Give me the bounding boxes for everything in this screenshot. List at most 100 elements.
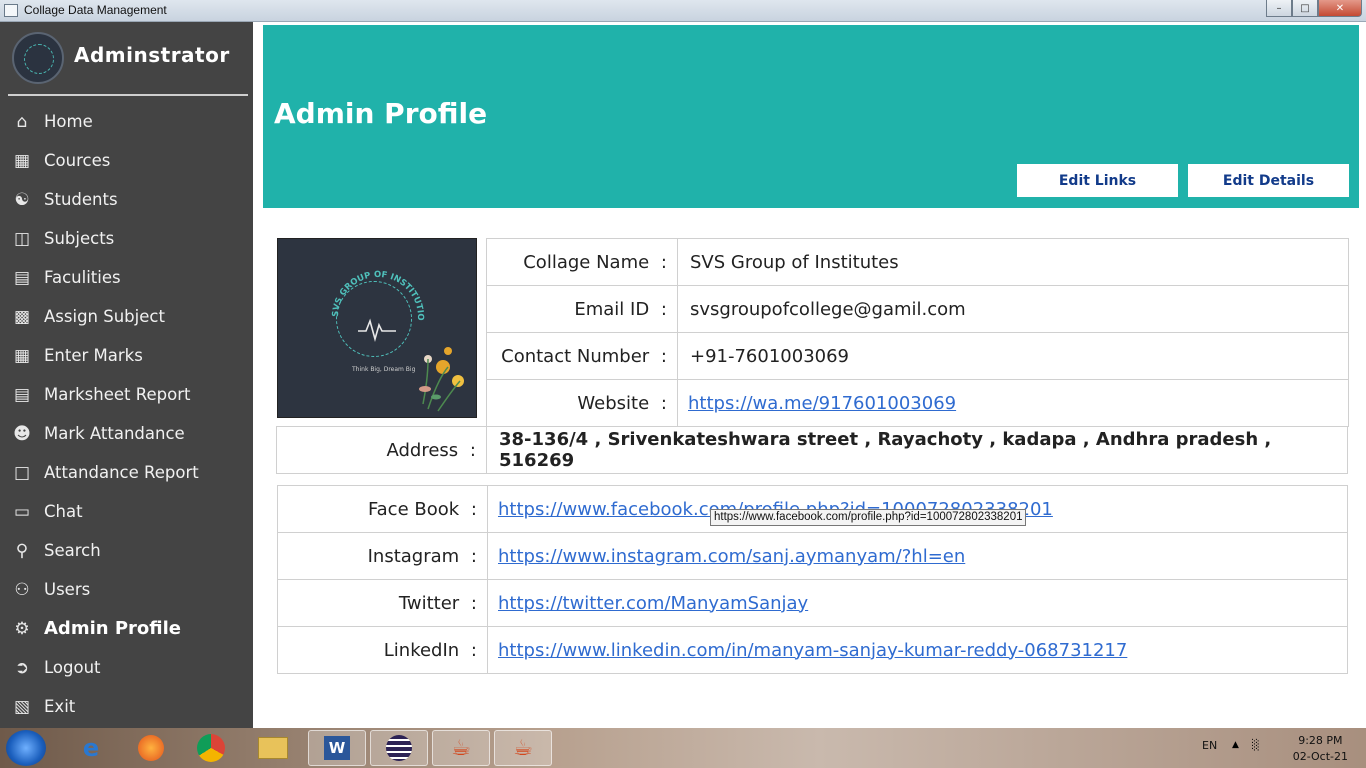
college-name-label: Collage Name :	[486, 238, 678, 286]
user-gear-icon: ⚙	[14, 618, 30, 639]
college-name-value: SVS Group of Institutes	[677, 238, 1349, 286]
folder-icon[interactable]	[244, 730, 302, 766]
table-row: LinkedIn : https://www.linkedin.com/in/m…	[277, 626, 1348, 674]
sidebar-item-assign-subject[interactable]: ▩ Assign Subject	[0, 297, 253, 336]
java-icon[interactable]: ☕	[432, 730, 490, 766]
clock-time: 9:28 PM	[1298, 734, 1343, 747]
users-icon: ⚇	[14, 579, 30, 600]
java-icon[interactable]: ☕	[494, 730, 552, 766]
sidebar-item-label: Logout	[44, 658, 101, 677]
contact-value: +91-7601003069	[677, 332, 1349, 380]
window-titlebar: Collage Data Management – □ ✕	[0, 0, 1366, 22]
sidebar-nav: ⌂ Home ▦ Cources ☯ Students ◫ Subjects ▤…	[0, 102, 253, 726]
sidebar-item-logout[interactable]: ➲ Logout	[0, 648, 253, 687]
app-icon	[4, 4, 18, 17]
exit-icon: ▧	[13, 696, 31, 717]
facebook-label: Face Book :	[277, 485, 488, 533]
twitter-link[interactable]: https://twitter.com/ManyamSanjay	[498, 593, 808, 614]
sidebar-item-enter-marks[interactable]: ▦ Enter Marks	[0, 336, 253, 375]
books-icon: ▦	[13, 150, 31, 171]
table-row: Website : https://wa.me/917601003069	[486, 379, 1349, 427]
table-row: Instagram : https://www.instagram.com/sa…	[277, 532, 1348, 580]
sidebar-item-label: Mark Attandance	[44, 424, 185, 443]
instagram-cell: https://www.instagram.com/sanj.aymanyam/…	[487, 532, 1348, 580]
document-icon: □	[13, 462, 31, 483]
attendance-icon: ☻	[13, 423, 31, 444]
window-title: Collage Data Management	[24, 3, 167, 17]
sidebar-item-label: Enter Marks	[44, 346, 143, 365]
ie-icon[interactable]: e	[62, 730, 120, 766]
sidebar-item-cources[interactable]: ▦ Cources	[0, 141, 253, 180]
email-label: Email ID :	[486, 285, 678, 333]
sidebar-item-label: Subjects	[44, 229, 115, 248]
window-controls: – □ ✕	[1266, 0, 1362, 17]
sidebar-item-label: Cources	[44, 151, 111, 170]
sidebar-item-students[interactable]: ☯ Students	[0, 180, 253, 219]
table-row: Address : 38-136/4 , Srivenkateshwara st…	[276, 426, 1348, 474]
word-icon[interactable]: W	[308, 730, 366, 766]
sidebar-item-label: Faculities	[44, 268, 121, 287]
page-title: Admin Profile	[274, 97, 488, 130]
clock-date: 02-Oct-21	[1292, 750, 1348, 763]
sidebar-item-attandance-report[interactable]: □ Attandance Report	[0, 453, 253, 492]
sidebar-item-faculities[interactable]: ▤ Faculities	[0, 258, 253, 297]
website-link[interactable]: https://wa.me/917601003069	[688, 393, 956, 414]
sidebar-item-chat[interactable]: ▭ Chat	[0, 492, 253, 531]
instagram-link[interactable]: https://www.instagram.com/sanj.aymanyam/…	[498, 546, 965, 567]
assign-icon: ▩	[13, 306, 31, 327]
twitter-cell: https://twitter.com/ManyamSanjay	[487, 579, 1348, 627]
sidebar-item-home[interactable]: ⌂ Home	[0, 102, 253, 141]
edit-details-button[interactable]: Edit Details	[1188, 164, 1349, 197]
sidebar-item-label: Students	[44, 190, 118, 209]
start-button[interactable]	[6, 730, 46, 766]
sidebar-item-users[interactable]: ⚇ Users	[0, 570, 253, 609]
sidebar-item-subjects[interactable]: ◫ Subjects	[0, 219, 253, 258]
twitter-label: Twitter :	[277, 579, 488, 627]
chrome-icon[interactable]	[182, 730, 240, 766]
logo-graphic: SVS GROUP OF INSTITUTIONS Think Big, Dre…	[278, 239, 464, 412]
website-cell: https://wa.me/917601003069	[677, 379, 1349, 427]
linkedin-link[interactable]: https://www.linkedin.com/in/manyam-sanja…	[498, 640, 1127, 661]
address-table: Address : 38-136/4 , Srivenkateshwara st…	[276, 426, 1348, 474]
tray-arrow-icon[interactable]: ▲	[1232, 740, 1239, 750]
marks-icon: ▦	[13, 345, 31, 366]
sidebar-item-marksheet-report[interactable]: ▤ Marksheet Report	[0, 375, 253, 414]
logout-icon: ➲	[14, 657, 30, 678]
flower-icon	[419, 347, 464, 412]
close-button[interactable]: ✕	[1318, 0, 1362, 17]
home-icon: ⌂	[16, 111, 28, 132]
sidebar-item-label: Chat	[44, 502, 83, 521]
eclipse-icon[interactable]	[370, 730, 428, 766]
clock[interactable]: 9:28 PM 02-Oct-21	[1293, 733, 1348, 765]
minimize-button[interactable]: –	[1266, 0, 1292, 17]
sidebar-item-label: Attandance Report	[44, 463, 199, 482]
table-row: Contact Number : +91-7601003069	[486, 332, 1349, 380]
sidebar-item-admin-profile[interactable]: ⚙ Admin Profile	[0, 609, 253, 648]
sidebar-item-exit[interactable]: ▧ Exit	[0, 687, 253, 726]
instagram-label: Instagram :	[277, 532, 488, 580]
open-book-icon: ◫	[13, 228, 31, 249]
firefox-icon[interactable]	[122, 730, 180, 766]
link-tooltip: https://www.facebook.com/profile.php?id=…	[710, 509, 1027, 526]
sidebar-item-search[interactable]: ⚲ Search	[0, 531, 253, 570]
sidebar-item-label: Home	[44, 112, 93, 131]
linkedin-label: LinkedIn :	[277, 626, 488, 674]
website-label: Website :	[486, 379, 678, 427]
table-row: Email ID : svsgroupofcollege@gamil.com	[486, 285, 1349, 333]
signal-icon[interactable]: ░	[1252, 740, 1260, 751]
taskbar: e W ☕ ☕ EN ▲ ░ 9:28 PM 02-Oct-21	[0, 728, 1366, 768]
logo-arc-text: SVS GROUP OF INSTITUTIONS	[278, 239, 425, 321]
sidebar-item-mark-attandance[interactable]: ☻ Mark Attandance	[0, 414, 253, 453]
avatar	[12, 32, 64, 84]
edit-links-button[interactable]: Edit Links	[1017, 164, 1178, 197]
maximize-button[interactable]: □	[1292, 0, 1318, 17]
sidebar-item-label: Search	[44, 541, 101, 560]
sidebar-profile: Adminstrator	[12, 32, 248, 98]
students-icon: ☯	[14, 189, 30, 210]
system-tray: EN ▲ ░ 9:28 PM 02-Oct-21	[1186, 728, 1366, 768]
search-user-icon: ⚲	[15, 540, 29, 561]
sidebar-item-label: Marksheet Report	[44, 385, 191, 404]
language-indicator[interactable]: EN	[1202, 739, 1217, 752]
details-table: Collage Name : SVS Group of Institutes E…	[486, 238, 1349, 427]
address-value: 38-136/4 , Srivenkateshwara street , Ray…	[486, 426, 1348, 474]
